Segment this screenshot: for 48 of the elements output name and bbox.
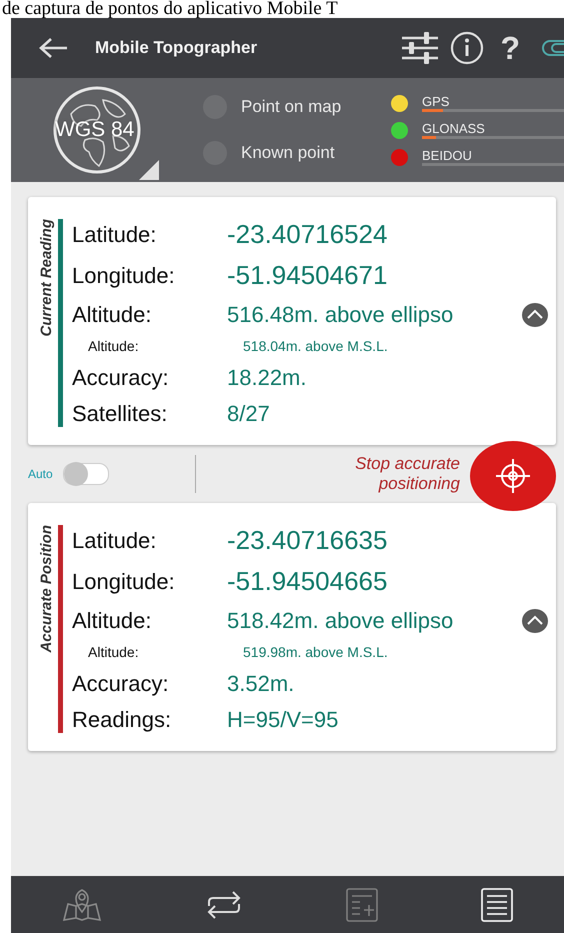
form-add-icon[interactable] [346, 888, 378, 922]
field-label: Altitude: [72, 608, 152, 634]
globe-icon [51, 84, 143, 176]
help-button[interactable]: ? [500, 30, 520, 66]
field-label: Longitude: [72, 568, 176, 595]
field-value: -51.94504671 [227, 260, 388, 292]
field-label: Readings: [72, 706, 172, 733]
field-label: Altitude: [87, 644, 140, 660]
field-value: 516.48m. above ellipso [227, 302, 454, 328]
field-value: 518.04m. above M.S.L. [243, 338, 388, 354]
list-icon[interactable] [480, 888, 513, 922]
field-label: Altitude: [72, 302, 152, 328]
constellation-label: BEIDOU [422, 148, 473, 163]
field-label: Accuracy: [72, 364, 170, 391]
collapse-icon[interactable] [522, 302, 548, 327]
field-value: 3.52m. [227, 670, 294, 697]
field-value: -23.40716524 [227, 219, 388, 250]
field-value: 8/27 [227, 400, 270, 427]
corner-icon [139, 160, 159, 180]
app-title: Mobile Topographer [95, 38, 258, 58]
field-value: 18.22m. [227, 364, 306, 391]
radio-option[interactable]: Known point [203, 141, 391, 165]
field-label: Altitude: [87, 338, 140, 354]
field-value: -51.94504665 [227, 566, 388, 598]
field-label: Latitude: [72, 222, 158, 248]
auto-label: Auto [28, 467, 53, 481]
field-label: Longitude: [72, 262, 176, 289]
sliders-icon[interactable] [400, 31, 440, 65]
collapse-icon[interactable] [522, 608, 548, 633]
constellation-label: GPS [422, 94, 450, 109]
constellation-label: GLONASS [422, 121, 486, 136]
back-arrow-icon[interactable] [39, 37, 69, 59]
card-title: Accurate Position [38, 525, 54, 653]
field-label: Accuracy: [72, 670, 170, 697]
map-pin-icon[interactable] [62, 888, 102, 922]
caption-text: de captura de pontos do aplicativo Mobile T [1, 0, 339, 18]
field-value: 519.98m. above M.S.L. [243, 644, 388, 660]
info-icon[interactable] [450, 31, 484, 65]
field-label: Latitude: [72, 528, 158, 554]
radio-option[interactable]: Point on map [203, 95, 391, 119]
field-value: -23.40716635 [227, 525, 388, 556]
field-value: H=95/V=95 [227, 706, 338, 733]
crosshair-icon [495, 458, 531, 494]
field-label: Satellites: [72, 400, 168, 427]
auto-toggle[interactable] [62, 463, 109, 485]
action-label: Stop accurate positioning [354, 454, 460, 494]
field-value: 518.42m. above ellipso [227, 608, 454, 634]
card-title: Current Reading [38, 219, 54, 337]
